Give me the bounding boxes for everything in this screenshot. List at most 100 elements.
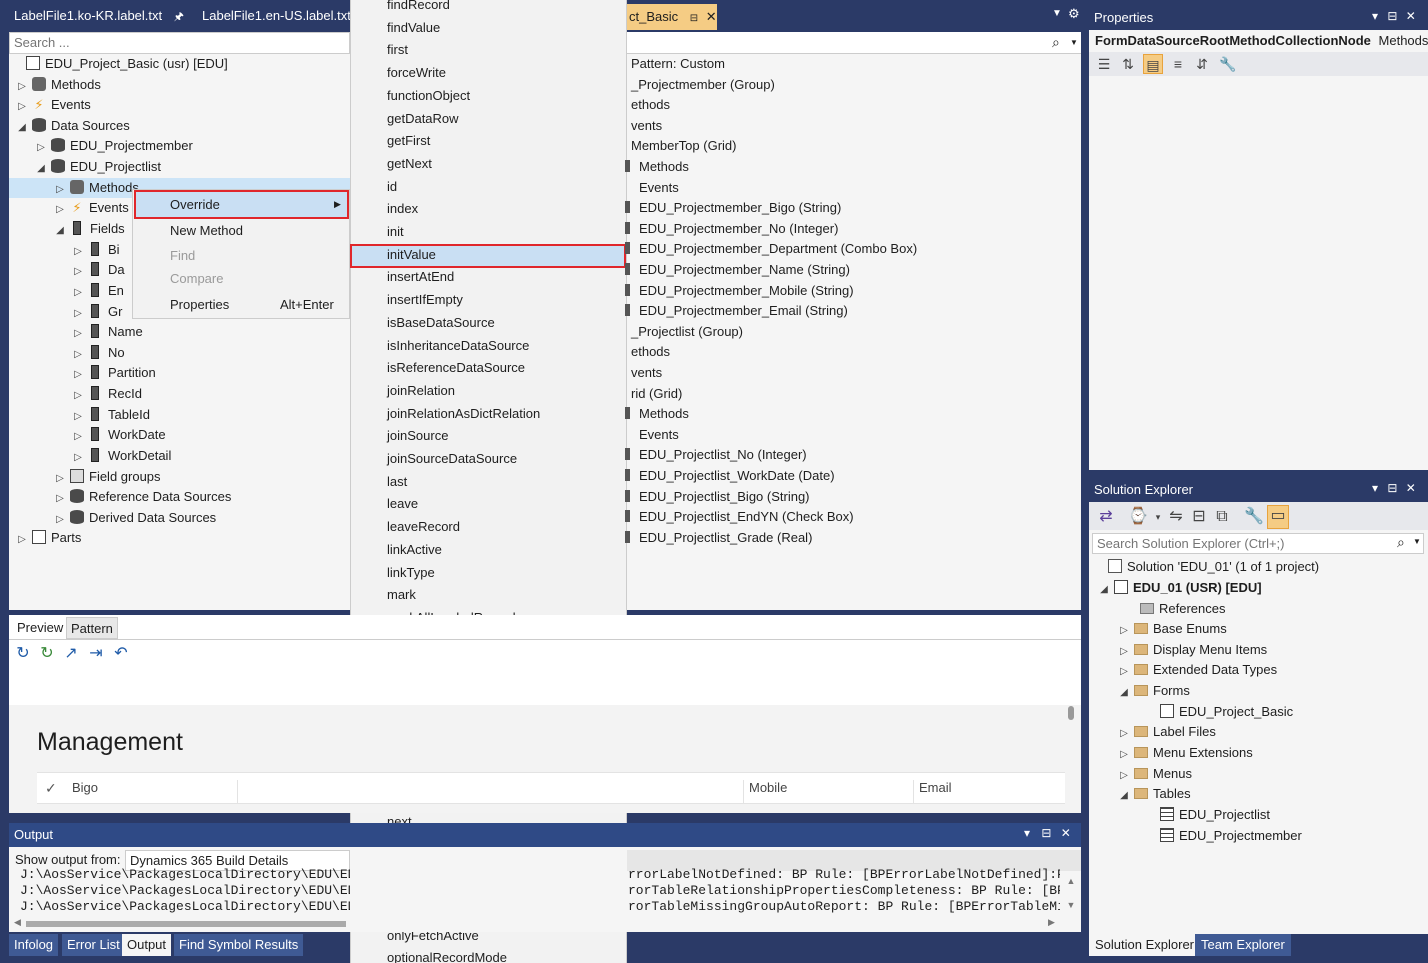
open-window-icon[interactable]: ↗ [61,644,81,664]
refresh-green-icon[interactable]: ↻ [37,644,57,664]
close-icon[interactable]: ✕ [1406,481,1416,495]
submenu-item-mark[interactable]: mark [387,584,416,606]
expand-arrow-icon[interactable]: ▷ [72,242,84,262]
tree-field-name[interactable]: ▷ Name [72,322,143,342]
output-vertical-scrollbar[interactable]: ▲ ▼ [1064,875,1078,919]
form-edu-project-basic-node[interactable]: EDU_Project_Basic [1156,702,1293,722]
tab-pattern[interactable]: Pattern [66,617,118,639]
properties-view-icon[interactable]: ▤ [1143,54,1163,74]
submenu-item-joinsource[interactable]: joinSource [387,425,448,447]
design-node-9[interactable]: EDU_Projectmember_Department (Combo Box) [625,239,917,259]
expand-arrow-icon[interactable]: ▷ [54,489,66,509]
gear-icon[interactable]: ⚙ [1068,6,1080,22]
submenu-item-linkactive[interactable]: linkActive [387,539,442,561]
close-icon[interactable]: ✕ [1406,9,1416,23]
properties-wrench-icon[interactable]: 🔧 [1244,507,1264,527]
expand-arrow-icon[interactable]: ▷ [16,97,28,117]
tree-field-recid[interactable]: ▷ RecId [72,384,142,404]
design-node-4[interactable]: MemberTop (Grid) [631,136,736,156]
submenu-item-joinrelationasdictrelation[interactable]: joinRelationAsDictRelation [387,403,540,425]
forms-node[interactable]: ◢ Forms [1118,681,1190,701]
design-node-15[interactable]: vents [631,363,662,383]
collapse-arrow-icon[interactable]: ◢ [1098,580,1110,600]
label-files-node[interactable]: ▷ Label Files [1118,722,1216,742]
tree-data-sources[interactable]: ◢ Data Sources [16,116,130,136]
expand-arrow-icon[interactable]: ▷ [72,283,84,303]
design-node-21[interactable]: EDU_Projectlist_Bigo (String) [625,487,810,507]
alphabetical-icon[interactable]: ⇅ [1118,54,1138,74]
export-icon[interactable]: ⇥ [86,644,106,664]
submenu-item-forcewrite[interactable]: forceWrite [387,62,446,84]
submenu-item-getnext[interactable]: getNext [387,153,432,175]
expand-arrow-icon[interactable]: ▷ [72,365,84,385]
submenu-item-getfirst[interactable]: getFirst [387,130,430,152]
design-node-17[interactable]: Methods [625,404,689,424]
properties-object-selector[interactable]: FormDataSourceRootMethodCollectionNode M… [1089,30,1428,52]
tree-field-groups[interactable]: ▷ Field groups [54,467,161,487]
submenu-item-initvalue[interactable]: initValue [387,244,436,266]
design-node-6[interactable]: Events [625,178,679,198]
tab-en-us-label[interactable]: LabelFile1.en-US.label.txt [194,1,359,31]
expand-arrow-icon[interactable]: ▷ [54,510,66,530]
menus-node[interactable]: ▷ Menus [1118,764,1192,784]
submenu-item-init[interactable]: init [387,221,404,243]
pin-icon[interactable]: ⊟ [1387,9,1397,23]
solution-node[interactable]: Solution 'EDU_01' (1 of 1 project) [1104,557,1319,577]
tree-derived-data-sources[interactable]: ▷ Derived Data Sources [54,508,216,528]
design-node-12[interactable]: EDU_Projectmember_Email (String) [625,301,848,321]
history-dropdown-icon[interactable]: ▾ [1148,507,1168,527]
dropdown-icon[interactable]: ▾ [1372,481,1378,495]
bottom-tab-find-symbol[interactable]: Find Symbol Results [174,934,304,956]
dropdown-icon[interactable]: ▾ [1372,9,1378,23]
extended-data-types-node[interactable]: ▷ Extended Data Types [1118,660,1277,680]
design-node-20[interactable]: EDU_Projectlist_WorkDate (Date) [625,466,835,486]
tree-reference-data-sources[interactable]: ▷ Reference Data Sources [54,487,231,507]
pin-icon[interactable]: 🖈 [174,11,184,23]
context-menu-override-item[interactable] [134,190,349,219]
bottom-tab-output[interactable]: Output [122,934,172,956]
undo-icon[interactable]: ↶ [111,644,131,664]
tree-field-bigo[interactable]: ▷ Bi [72,240,120,260]
expand-arrow-icon[interactable]: ▷ [1118,766,1130,786]
tables-node[interactable]: ◢ Tables [1118,784,1190,804]
tab-preview[interactable]: Preview [13,617,68,639]
context-menu-override[interactable]: Override [170,193,220,217]
solution-search-input[interactable] [1093,534,1389,552]
tree-search-box[interactable] [9,32,350,54]
design-node-8[interactable]: EDU_Projectmember_No (Integer) [625,219,838,239]
search-dropdown-icon[interactable]: ▼ [1413,537,1421,546]
tree-field-partition[interactable]: ▷ Partition [72,363,156,383]
submenu-item-last[interactable]: last [387,471,407,493]
tree-search-input[interactable] [10,33,340,51]
preview-scrollbar[interactable] [1068,706,1074,720]
tree-field-en[interactable]: ▷ En [72,281,124,301]
refresh-icon[interactable]: ↻ [13,644,33,664]
expand-arrow-icon[interactable]: ▷ [72,304,84,324]
collapse-all-icon[interactable]: ⊟ [1189,507,1209,527]
expand-arrow-icon[interactable]: ▷ [35,138,47,158]
design-node-11[interactable]: EDU_Projectmember_Mobile (String) [625,281,854,301]
tree-parts[interactable]: ▷ Parts [16,528,81,548]
context-menu-new-method[interactable]: New Method [170,219,243,243]
expand-arrow-icon[interactable]: ▷ [72,407,84,427]
table-edu-projectmember-node[interactable]: EDU_Projectmember [1156,826,1302,846]
tree-projectlist-fields[interactable]: ◢ Fields [54,219,125,239]
design-node-2[interactable]: ethods [631,95,670,115]
pin-icon[interactable]: ⊟ [690,13,698,24]
design-node-13[interactable]: _Projectlist (Group) [631,322,743,342]
submenu-item-leaverecord[interactable]: leaveRecord [387,516,460,538]
pin-icon[interactable]: ⊟ [1041,826,1051,840]
collapse-arrow-icon[interactable]: ◢ [16,118,28,138]
scroll-left-icon[interactable]: ◀ [14,917,21,928]
expand-arrow-icon[interactable]: ▷ [72,427,84,447]
expand-arrow-icon[interactable]: ▷ [1118,662,1130,682]
show-all-files-icon[interactable]: ⧉ [1212,507,1232,527]
tree-projectlist-events[interactable]: ▷ ⚡ Events [54,198,129,218]
design-node-23[interactable]: EDU_Projectlist_Grade (Real) [625,528,812,548]
expand-arrow-icon[interactable]: ▷ [54,469,66,489]
tree-ds-projectmember[interactable]: ▷ EDU_Projectmember [35,136,193,156]
submenu-item-isreferencedatasource[interactable]: isReferenceDataSource [387,357,525,379]
submenu-item-joinrelation[interactable]: joinRelation [387,380,455,402]
scroll-thumb[interactable] [26,921,346,927]
collapse-arrow-icon[interactable]: ◢ [54,221,66,241]
